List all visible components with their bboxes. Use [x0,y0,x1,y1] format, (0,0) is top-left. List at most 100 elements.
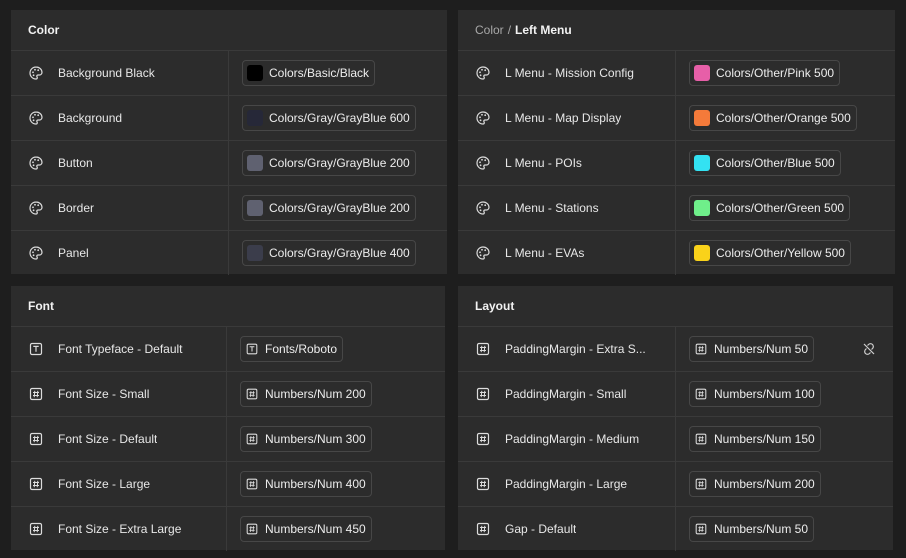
number-icon [28,431,44,447]
variable-value-cell: Colors/Gray/GrayBlue 200 [229,150,447,176]
alias-chip[interactable]: Colors/Gray/GrayBlue 600 [242,105,416,131]
palette-icon [475,200,491,216]
variable-name: PaddingMargin - Small [505,387,627,401]
alias-chip[interactable]: Numbers/Num 450 [240,516,372,542]
number-icon [28,476,44,492]
variable-row[interactable]: Border Colors/Gray/GrayBlue 200 [11,186,447,231]
alias-value: Fonts/Roboto [265,342,338,356]
alias-value: Colors/Basic/Black [269,66,370,80]
text-icon [28,341,44,357]
alias-chip[interactable]: Fonts/Roboto [240,336,344,362]
variable-row[interactable]: PaddingMargin - Large Numbers/Num 200 [458,462,893,507]
alias-chip[interactable]: Numbers/Num 150 [689,426,821,452]
alias-value: Numbers/Num 50 [714,522,809,536]
panel-header: Color / Left Menu [458,10,895,51]
variable-row[interactable]: PaddingMargin - Extra S... Numbers/Num 50 [458,327,893,372]
variable-list: Background Black Colors/Basic/Black Backgr… [11,51,447,275]
variable-value-cell: Numbers/Num 450 [227,516,445,542]
variable-name: Font Size - Extra Large [58,522,182,536]
variable-value-cell: Numbers/Num 100 [676,381,893,407]
variable-name-cell: Font Typeface - Default [11,327,227,371]
alias-chip[interactable]: Colors/Other/Orange 500 [689,105,857,131]
variable-name-cell: Font Size - Default [11,417,227,461]
number-icon [28,386,44,402]
alias-chip[interactable]: Numbers/Num 50 [689,516,815,542]
panel-title-prefix[interactable]: Color [475,23,504,37]
color-swatch [247,245,263,261]
alias-chip[interactable]: Colors/Basic/Black [242,60,376,86]
variable-row[interactable]: Background Colors/Gray/GrayBlue 600 [11,96,447,141]
color-swatch [247,110,263,126]
variable-row[interactable]: Font Size - Default Numbers/Num 300 [11,417,445,462]
variable-row[interactable]: L Menu - Mission Config Colors/Other/Pink… [458,51,895,96]
variable-name: L Menu - POIs [505,156,582,170]
variable-name: Font Typeface - Default [58,342,183,356]
number-icon [475,341,491,357]
variable-value-cell: Colors/Other/Blue 500 [676,150,895,176]
color-swatch [694,110,710,126]
alias-value: Colors/Other/Orange 500 [716,111,851,125]
variable-name-cell: Font Size - Large [11,462,227,506]
variable-name: Background Black [58,66,155,80]
panel-header: Font [11,286,445,327]
variable-value-cell: Numbers/Num 150 [676,426,893,452]
alias-chip[interactable]: Numbers/Num 50 [689,336,815,362]
variable-name: L Menu - Stations [505,201,599,215]
alias-value: Colors/Other/Pink 500 [716,66,835,80]
variable-name-cell: L Menu - POIs [458,141,676,185]
variable-row[interactable]: Font Size - Small Numbers/Num 200 [11,372,445,417]
alias-chip[interactable]: Numbers/Num 100 [689,381,821,407]
number-icon [245,477,259,491]
detach-link-icon[interactable] [861,341,877,357]
alias-chip[interactable]: Numbers/Num 300 [240,426,372,452]
variable-row[interactable]: L Menu - POIs Colors/Other/Blue 500 [458,141,895,186]
variable-row[interactable]: Panel Colors/Gray/GrayBlue 400 [11,231,447,275]
number-icon [245,432,259,446]
variable-name: Gap - Default [505,522,577,536]
number-icon [245,387,259,401]
alias-chip[interactable]: Colors/Other/Blue 500 [689,150,841,176]
palette-icon [475,110,491,126]
variable-row[interactable]: Button Colors/Gray/GrayBlue 200 [11,141,447,186]
palette-icon [28,245,44,261]
variable-name: L Menu - EVAs [505,246,585,260]
alias-chip[interactable]: Colors/Gray/GrayBlue 200 [242,195,416,221]
text-icon [245,342,259,356]
alias-chip[interactable]: Colors/Other/Yellow 500 [689,240,851,266]
variable-name-cell: L Menu - Mission Config [458,51,676,95]
color-variables-panel: Color Background Black Colors/Basic/Black… [11,10,447,275]
breadcrumb-separator: / [507,23,512,37]
variable-name: Border [58,201,95,215]
alias-value: Colors/Gray/GrayBlue 200 [269,156,410,170]
number-icon [28,521,44,537]
variable-name-cell: Gap - Default [458,507,676,551]
variable-row[interactable]: Font Typeface - Default Fonts/Roboto [11,327,445,372]
alias-chip[interactable]: Colors/Other/Pink 500 [689,60,841,86]
variable-row[interactable]: PaddingMargin - Medium Numbers/Num 150 [458,417,893,462]
variable-row[interactable]: Font Size - Large Numbers/Num 400 [11,462,445,507]
alias-value: Colors/Other/Yellow 500 [716,246,845,260]
variable-row[interactable]: Gap - Default Numbers/Num 50 [458,507,893,551]
variable-row[interactable]: Font Size - Extra Large Numbers/Num 450 [11,507,445,551]
alias-chip[interactable]: Colors/Gray/GrayBlue 200 [242,150,416,176]
palette-icon [475,65,491,81]
number-icon [475,476,491,492]
variable-row[interactable]: L Menu - Map Display Colors/Other/Orange … [458,96,895,141]
alias-chip[interactable]: Numbers/Num 400 [240,471,372,497]
color-swatch [694,245,710,261]
variable-row[interactable]: PaddingMargin - Small Numbers/Num 100 [458,372,893,417]
palette-icon [28,65,44,81]
alias-chip[interactable]: Colors/Gray/GrayBlue 400 [242,240,416,266]
variable-name-cell: PaddingMargin - Medium [458,417,676,461]
variable-name: L Menu - Mission Config [505,66,634,80]
variable-row[interactable]: L Menu - EVAs Colors/Other/Yellow 500 [458,231,895,275]
alias-chip[interactable]: Numbers/Num 200 [240,381,372,407]
alias-chip[interactable]: Numbers/Num 200 [689,471,821,497]
color-swatch [247,200,263,216]
variable-row[interactable]: Background Black Colors/Basic/Black [11,51,447,96]
variable-value-cell: Numbers/Num 50 [676,516,893,542]
variable-name-cell: PaddingMargin - Small [458,372,676,416]
alias-chip[interactable]: Colors/Other/Green 500 [689,195,851,221]
variable-row[interactable]: L Menu - Stations Colors/Other/Green 500 [458,186,895,231]
variable-name: Background [58,111,123,125]
